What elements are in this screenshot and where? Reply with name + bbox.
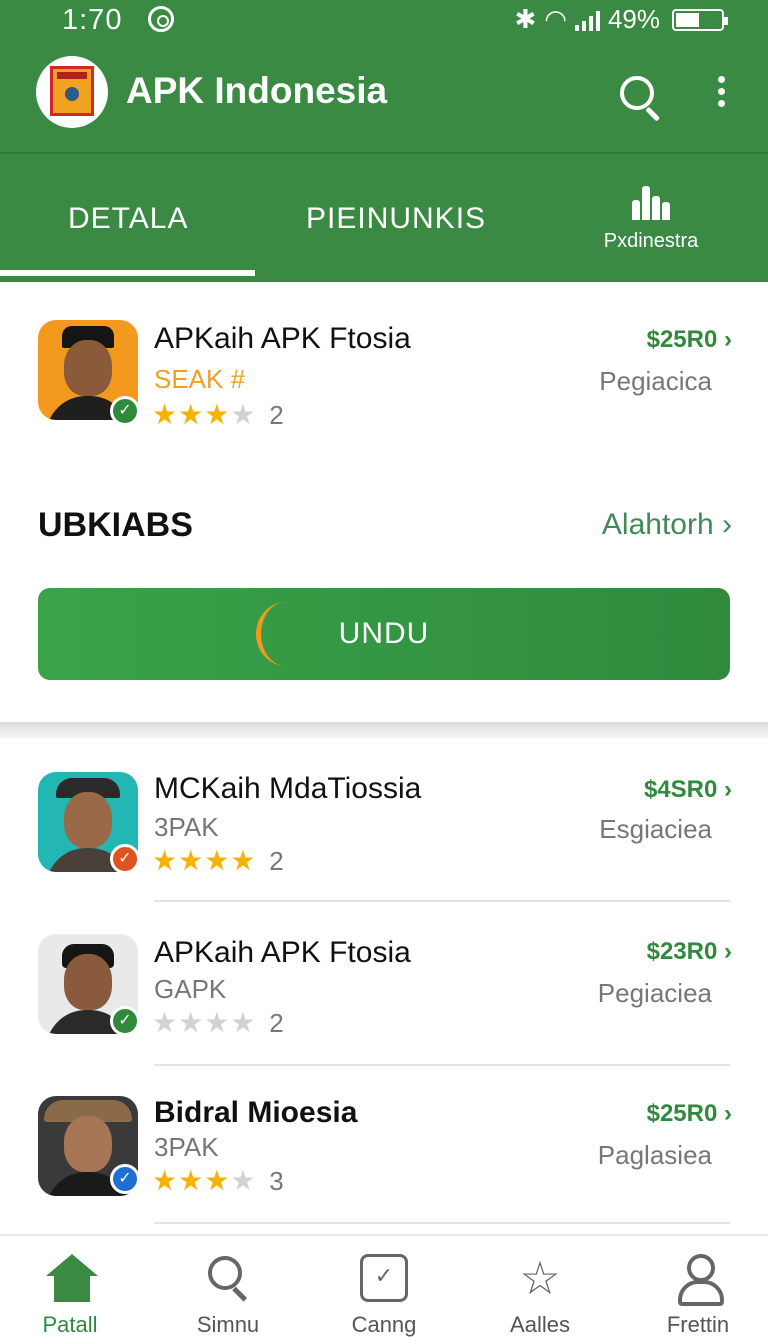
rating-count: 2 [269, 400, 285, 430]
price-text: $4SR0 [643, 776, 718, 803]
chevron-right-icon: › [724, 938, 732, 965]
app-category: Pegiaciea [597, 978, 712, 1008]
app-price[interactable]: $4SR0 › [644, 776, 732, 804]
rating-stars: ★★★★ 2 [152, 1007, 285, 1038]
price-text: $25R0 [646, 1100, 718, 1127]
rating-stars: ★★★★ 3 [152, 1165, 285, 1196]
verified-check-icon: ✓ [110, 1006, 140, 1036]
nav-home-label: Patall [42, 1312, 98, 1337]
bottom-nav: Patall Simnu Canng ☆ Aalles Frettin [0, 1234, 768, 1344]
chevron-right-icon: › [722, 508, 732, 541]
list-item[interactable]: ✓ Bidral Mioesia 3PAK ★★★★ 3 $25R0 › Pag… [0, 1096, 768, 1216]
app-subtitle: SEAK # [154, 364, 246, 394]
rating-count: 3 [269, 1166, 285, 1196]
rating-stars: ★★★★ 2 [152, 399, 285, 430]
sync-icon [148, 6, 174, 32]
app-title: APK Indonesia [126, 70, 388, 111]
star-icon: ☆ [519, 1252, 561, 1304]
section-link[interactable]: Alahtorh › [602, 508, 732, 542]
nav-home[interactable]: Patall [10, 1254, 130, 1338]
download-button[interactable]: UNDU [38, 588, 730, 680]
rating-count: 2 [269, 846, 285, 876]
nav-cart-label: Canng [351, 1312, 417, 1337]
battery-percent: 49% [607, 4, 660, 34]
app-subtitle: GAPK [154, 974, 227, 1004]
app-price[interactable]: $25R0 › [647, 1100, 732, 1128]
status-time: 1:70 [62, 4, 123, 36]
app-category: Paglasiea [597, 1140, 712, 1170]
status-bar: 1:70 ✱ ◠ 49% [0, 0, 768, 40]
app-category: Pegiacica [599, 366, 712, 396]
nav-profile-label: Frettin [666, 1312, 730, 1337]
rating-count: 2 [269, 1008, 285, 1038]
search-icon[interactable] [620, 76, 664, 120]
nav-favorites[interactable]: ☆ Aalles [480, 1254, 600, 1338]
tab-indicator [0, 270, 255, 276]
tab-pxdinestra[interactable]: Pxdinestra [596, 184, 706, 253]
tab-pieinunkis[interactable]: PIEINUNKIS [306, 202, 486, 236]
verified-check-icon: ✓ [110, 844, 140, 874]
section-title: UBKIABS [38, 506, 193, 544]
tab-detala[interactable]: DETALA [68, 202, 188, 236]
list-divider [154, 1222, 730, 1224]
nav-search[interactable]: Simnu [168, 1254, 288, 1338]
search-icon [204, 1254, 252, 1302]
chevron-right-icon: › [724, 326, 732, 353]
app-category: Esgiacieа [599, 814, 712, 844]
app-subtitle: 3PAK [154, 1132, 219, 1162]
signal-icon [574, 9, 600, 31]
status-icons: ✱ ◠ 49% [514, 4, 728, 35]
featured-app-row[interactable]: ✓ APKaih APK Ftosia SEAK # ★★★★ 2 $25R0 … [0, 320, 768, 440]
user-icon [674, 1254, 724, 1306]
price-text: $25R0 [646, 326, 718, 353]
bluetooth-icon: ✱ [514, 4, 537, 34]
app-price[interactable]: $23R0 › [647, 938, 732, 966]
app-bar: APK Indonesia [0, 40, 768, 152]
nav-favorites-label: Aalles [510, 1312, 570, 1337]
loading-spinner-icon [256, 602, 316, 666]
list-divider [154, 1064, 730, 1066]
chevron-right-icon: › [724, 776, 732, 803]
price-text: $23R0 [646, 938, 718, 965]
battery-icon [672, 8, 728, 31]
list-item[interactable]: ✓ APKaih APK Ftosia GAPK ★★★★ 2 $23R0 › … [0, 934, 768, 1054]
nav-profile[interactable]: Frettin [638, 1254, 758, 1338]
app-price[interactable]: $25R0 › [647, 326, 732, 354]
download-button-label: UNDU [338, 617, 430, 650]
verified-check-icon: ✓ [110, 1164, 140, 1194]
chevron-right-icon: › [724, 1100, 732, 1127]
list-divider [154, 900, 730, 902]
app-logo[interactable] [36, 56, 108, 128]
more-options-icon[interactable] [710, 76, 732, 116]
wifi-icon: ◠ [544, 4, 567, 34]
nav-search-label: Simnu [196, 1312, 260, 1337]
nav-cart[interactable]: Canng [324, 1254, 444, 1338]
tab-bar: DETALA PIEINUNKIS Pxdinestra [0, 152, 768, 282]
tab-pxdinestra-label: Pxdinestra [603, 230, 699, 252]
cart-icon [360, 1254, 408, 1302]
list-item[interactable]: ✓ MCKaih MdaTiossia 3PAK ★★★★ 2 $4SR0 › … [0, 772, 768, 892]
hand-icon [596, 184, 706, 220]
verified-check-icon: ✓ [110, 396, 140, 426]
app-title: APKaih APK Ftosia [154, 322, 411, 355]
rating-stars: ★★★★ 2 [152, 845, 285, 876]
section-divider [0, 722, 768, 738]
app-title: MCKaih MdaTiossia [154, 772, 422, 805]
app-title: APKaih APK Ftosia [154, 936, 411, 969]
app-subtitle: 3PAK [154, 812, 219, 842]
section-link-label: Alahtorh [601, 508, 714, 541]
home-icon [46, 1254, 98, 1302]
app-title: Bidral Mioesia [154, 1096, 358, 1129]
